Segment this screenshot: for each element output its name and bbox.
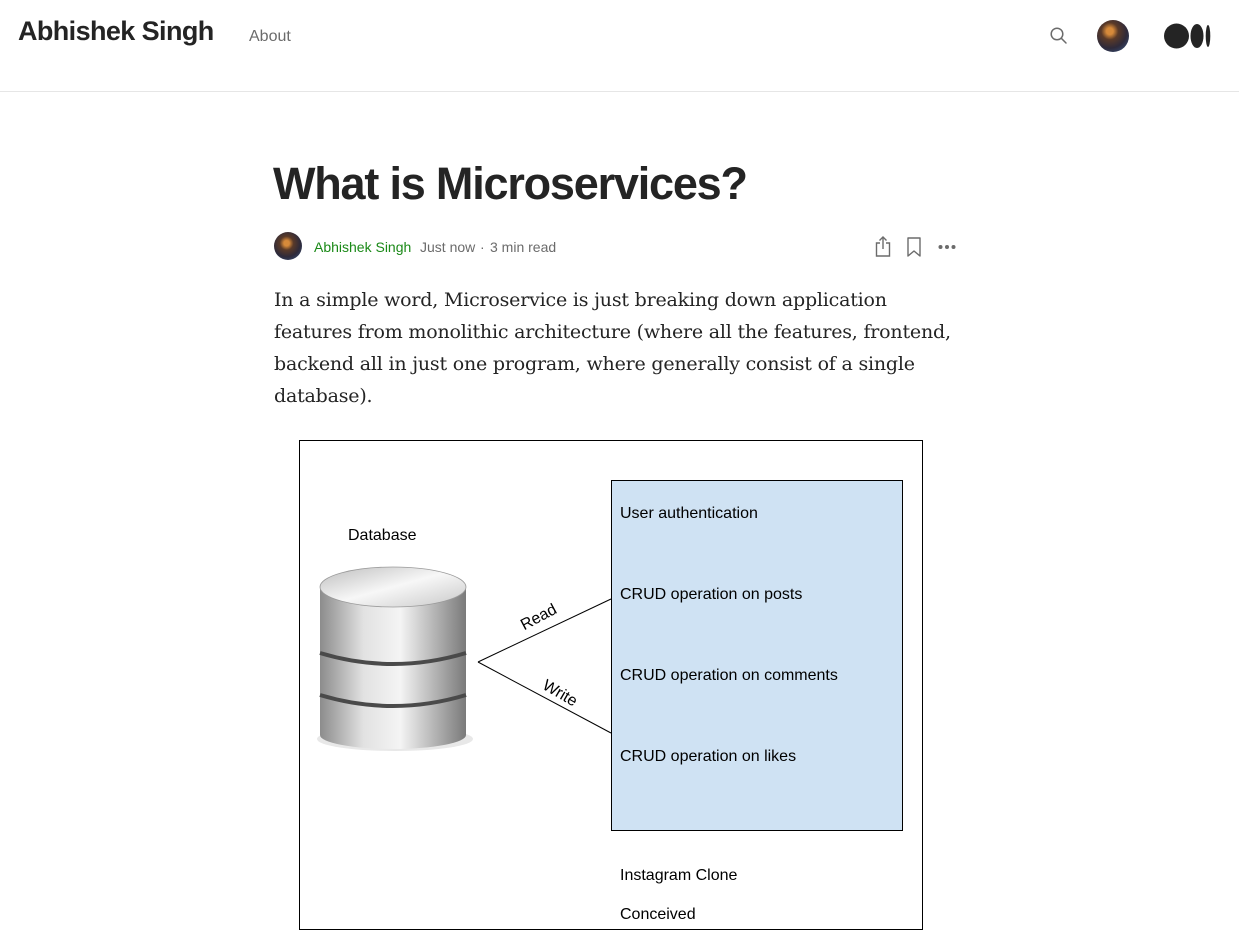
- blog-name-link[interactable]: Abhishek Singh: [18, 16, 214, 47]
- author-name-link[interactable]: Abhishek Singh: [314, 239, 411, 255]
- user-avatar[interactable]: [1097, 20, 1129, 52]
- feature-item: CRUD operation on likes: [620, 748, 797, 765]
- more-icon[interactable]: [936, 237, 958, 257]
- share-icon[interactable]: [872, 235, 894, 259]
- byline-separator: ·: [480, 239, 485, 255]
- bookmark-icon[interactable]: [904, 236, 924, 258]
- article-byline: Abhishek Singh Just now · 3 min read: [274, 232, 964, 262]
- article-title: What is Microservices?: [273, 158, 748, 209]
- feature-item: User authentication: [620, 505, 758, 522]
- features-box: User authentication CRUD operation on po…: [611, 480, 903, 831]
- feature-item: CRUD operation on comments: [620, 667, 838, 684]
- article-paragraph: In a simple word, Microservice is just b…: [274, 289, 951, 407]
- top-navigation: Abhishek Singh About: [0, 0, 1239, 92]
- about-link[interactable]: About: [249, 28, 291, 46]
- database-label: Database: [348, 527, 417, 544]
- search-icon[interactable]: [1048, 25, 1070, 47]
- author-avatar[interactable]: [274, 232, 302, 260]
- database-icon: [317, 566, 473, 751]
- write-edge: [477, 661, 612, 734]
- publish-time: Just now: [420, 239, 476, 255]
- medium-logo-icon[interactable]: [1164, 22, 1212, 50]
- app-subtitle-label: Conceived: [620, 906, 696, 923]
- architecture-diagram: Database Read Write User authentication …: [299, 440, 923, 930]
- feature-item: CRUD operation on posts: [620, 586, 803, 603]
- read-time: 3 min read: [490, 239, 557, 255]
- app-name-label: Instagram Clone: [620, 867, 738, 884]
